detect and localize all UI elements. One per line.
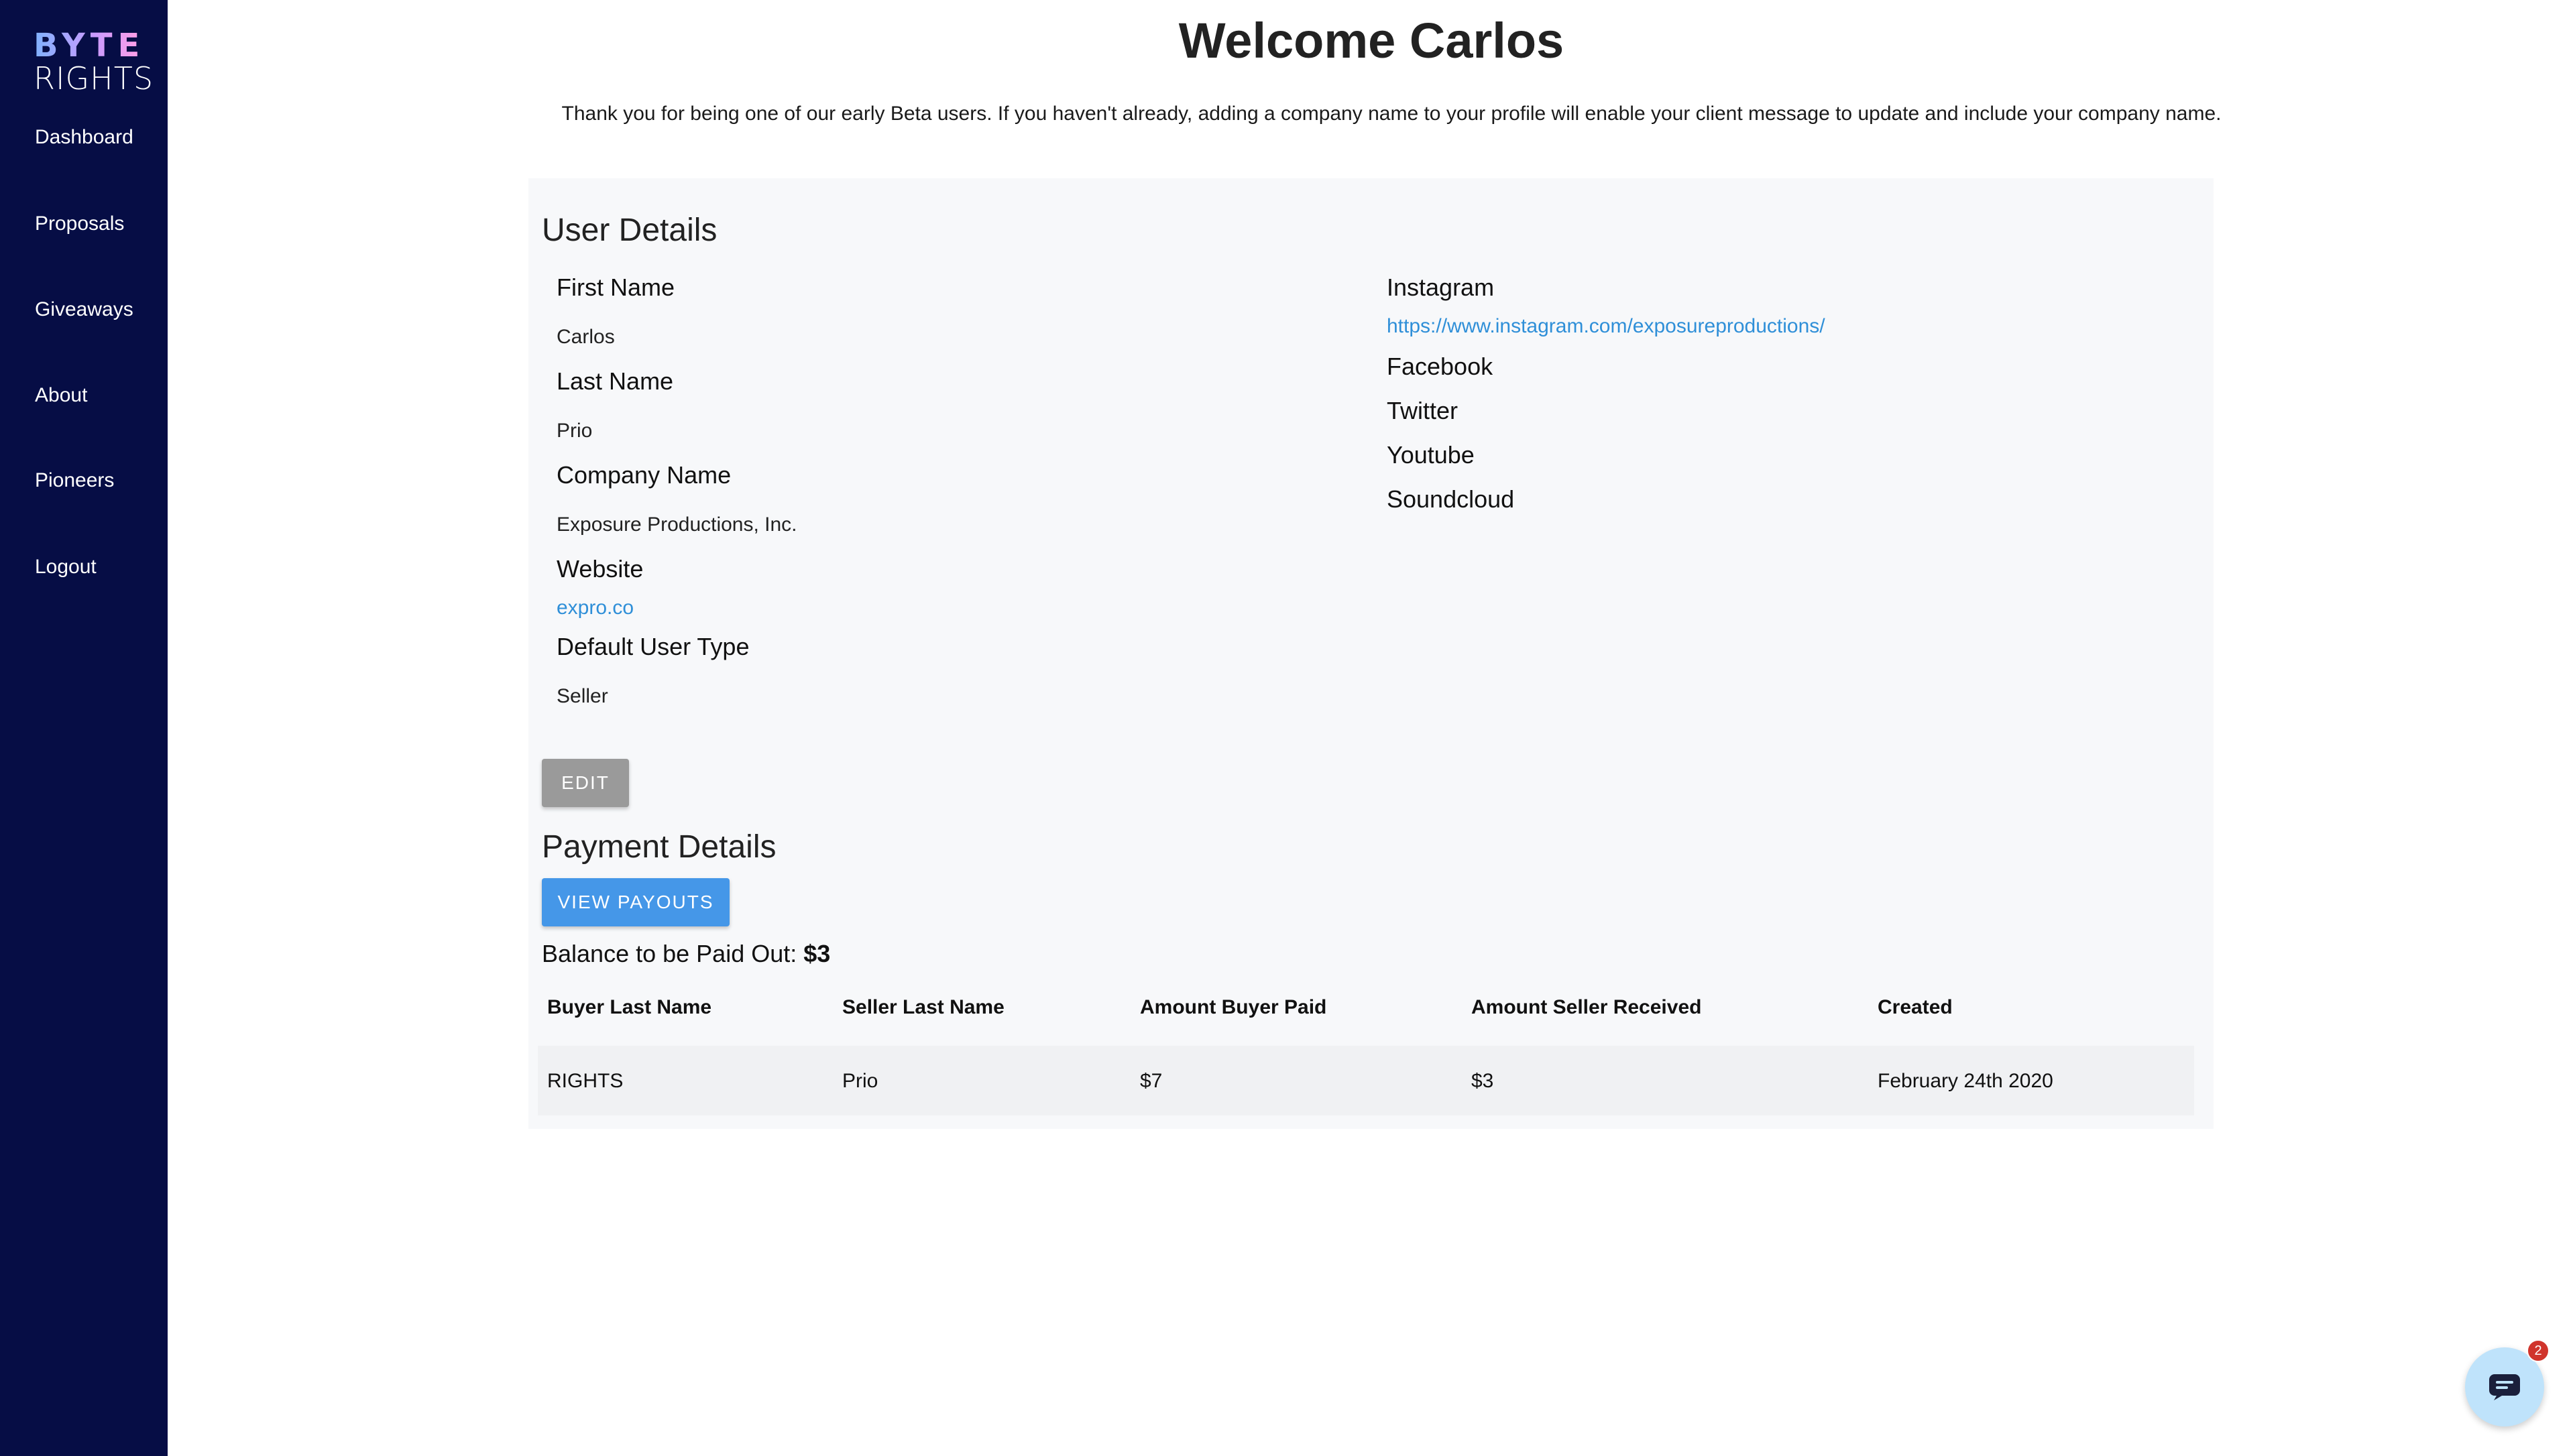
- twitter-label: Twitter: [1387, 397, 1458, 424]
- default-user-type-label: Default User Type: [557, 633, 750, 660]
- company-name-label: Company Name: [557, 461, 732, 489]
- cell-created: February 24th 2020: [1878, 1070, 2053, 1092]
- sidebar-item-proposals[interactable]: Proposals: [35, 213, 124, 235]
- website-label: Website: [557, 555, 644, 583]
- intro-message: Thank you for being one of our early Bet…: [561, 103, 2222, 125]
- sidebar-item-giveaways[interactable]: Giveaways: [35, 298, 133, 321]
- sidebar-item-about[interactable]: About: [35, 384, 87, 407]
- soundcloud-label: Soundcloud: [1387, 485, 1515, 513]
- logo-top-text: BYTE: [34, 27, 146, 64]
- last-name-label: Last Name: [557, 367, 674, 395]
- company-name-value: Exposure Productions, Inc.: [557, 513, 797, 536]
- column-header-created: Created: [1878, 996, 1953, 1018]
- instagram-label: Instagram: [1387, 274, 1495, 301]
- balance-value: $3: [803, 940, 831, 967]
- sidebar-item-dashboard[interactable]: Dashboard: [35, 126, 133, 149]
- column-header-buyer-last-name: Buyer Last Name: [547, 996, 712, 1018]
- sidebar-item-pioneers[interactable]: Pioneers: [35, 469, 114, 492]
- notification-badge: 2: [2527, 1339, 2550, 1362]
- logo-bottom-text: RIGHTS: [34, 60, 154, 97]
- user-details-title: User Details: [542, 213, 718, 248]
- instagram-link[interactable]: https://www.instagram.com/exposureproduc…: [1387, 315, 1825, 338]
- main-content: Welcome Carlos Thank you for being one o…: [168, 0, 2575, 1456]
- facebook-label: Facebook: [1387, 353, 1493, 380]
- column-header-amount-seller-received: Amount Seller Received: [1471, 996, 1702, 1018]
- default-user-type-value: Seller: [557, 685, 608, 707]
- edit-button[interactable]: EDIT: [542, 759, 629, 807]
- cell-amount-buyer-paid: $7: [1140, 1070, 1163, 1092]
- column-header-seller-last-name: Seller Last Name: [842, 996, 1005, 1018]
- page-title: Welcome Carlos: [1178, 13, 1564, 68]
- chat-bubble-icon: [2489, 1374, 2520, 1400]
- last-name-value: Prio: [557, 420, 593, 442]
- cell-buyer-last-name: RIGHTS: [547, 1070, 624, 1092]
- sidebar: BYTE RIGHTS Dashboard Proposals Giveaway…: [0, 0, 168, 1456]
- view-payouts-button[interactable]: VIEW PAYOUTS: [542, 878, 730, 926]
- column-header-amount-buyer-paid: Amount Buyer Paid: [1140, 996, 1327, 1018]
- first-name-value: Carlos: [557, 326, 615, 348]
- cell-amount-seller-received: $3: [1471, 1070, 1494, 1092]
- details-panel: User Details First Name Carlos Last Name…: [528, 178, 2214, 1129]
- balance-line: Balance to be Paid Out: $3: [542, 940, 830, 968]
- byterights-logo[interactable]: BYTE RIGHTS: [34, 27, 154, 97]
- payment-details-title: Payment Details: [542, 829, 777, 865]
- table-row: RIGHTS Prio $7 $3 February 24th 2020: [538, 1046, 2194, 1115]
- youtube-label: Youtube: [1387, 441, 1475, 469]
- sidebar-item-logout[interactable]: Logout: [35, 556, 97, 579]
- website-link[interactable]: expro.co: [557, 597, 634, 619]
- cell-seller-last-name: Prio: [842, 1070, 878, 1092]
- balance-label: Balance to be Paid Out:: [542, 940, 797, 967]
- first-name-label: First Name: [557, 274, 675, 301]
